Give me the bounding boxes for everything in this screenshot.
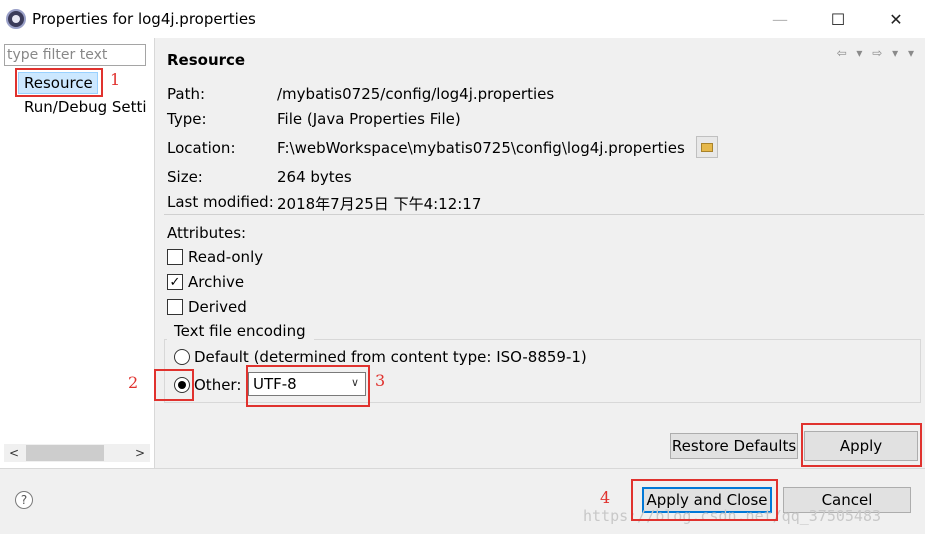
path-label: Path: [167, 85, 206, 103]
sidebar-item-run-debug[interactable]: Run/Debug Settings [24, 97, 146, 117]
help-icon[interactable]: ? [15, 491, 33, 509]
scroll-right-icon[interactable]: > [130, 446, 150, 460]
window-title: Properties for log4j.properties [32, 10, 256, 28]
derived-checkbox-row[interactable]: Derived [167, 298, 247, 316]
dialog-footer: ? Apply and Close Cancel https://blog.cs… [0, 468, 925, 534]
maximize-button[interactable]: ☐ [809, 0, 867, 38]
minimize-button[interactable]: — [751, 0, 809, 38]
attributes-label: Attributes: [167, 224, 247, 242]
modified-label: Last modified: [167, 193, 274, 211]
highlight-resource [15, 68, 103, 97]
horizontal-scrollbar[interactable]: < > [4, 444, 150, 462]
read-only-checkbox[interactable] [167, 249, 183, 265]
location-label: Location: [167, 139, 236, 157]
highlight-other-radio [154, 369, 194, 401]
page-title: Resource [167, 51, 246, 69]
scroll-thumb[interactable] [26, 445, 104, 461]
annotation-number-2: 2 [128, 373, 139, 392]
sidebar: Resource Run/Debug Settings < > [0, 38, 155, 468]
window-controls: — ☐ ✕ [751, 0, 925, 38]
default-encoding-radio-row[interactable]: Default (determined from content type: I… [174, 348, 587, 366]
filter-input[interactable] [4, 44, 146, 66]
location-value: F:\webWorkspace\mybatis0725\config\log4j… [277, 139, 685, 157]
annotation-number-1: 1 [110, 70, 121, 89]
annotation-number-4: 4 [600, 488, 611, 507]
derived-checkbox[interactable] [167, 299, 183, 315]
default-encoding-label: Default (determined from content type: I… [194, 348, 587, 366]
highlight-apply-and-close [631, 479, 778, 521]
archive-checkbox[interactable]: ✓ [167, 274, 183, 290]
read-only-checkbox-row[interactable]: Read-only [167, 248, 263, 266]
show-in-explorer-button[interactable] [696, 136, 718, 158]
path-value: /mybatis0725/config/log4j.properties [277, 85, 555, 103]
close-button[interactable]: ✕ [867, 0, 925, 38]
type-label: Type: [167, 110, 207, 128]
encoding-legend: Text file encoding [167, 322, 314, 340]
highlight-apply [801, 423, 922, 467]
type-value: File (Java Properties File) [277, 110, 461, 128]
highlight-encoding-select [246, 365, 370, 407]
title-bar: Properties for log4j.properties — ☐ ✕ [0, 0, 925, 38]
read-only-label: Read-only [188, 248, 264, 266]
archive-label: Archive [188, 273, 245, 291]
annotation-number-3: 3 [375, 371, 386, 390]
restore-defaults-button[interactable]: Restore Defaults [670, 433, 798, 459]
modified-value: 2018年7月25日 下午4:12:17 [277, 195, 482, 213]
folder-icon [701, 142, 713, 152]
size-label: Size: [167, 168, 203, 186]
derived-label: Derived [188, 298, 247, 316]
archive-checkbox-row[interactable]: ✓ Archive [167, 273, 244, 291]
divider [164, 214, 924, 215]
default-encoding-radio[interactable] [174, 349, 190, 365]
size-value: 264 bytes [277, 168, 352, 186]
history-nav-icons[interactable]: ⇦ ▾ ⇨ ▾ ▾ [837, 46, 917, 60]
other-encoding-label: Other: [194, 376, 242, 394]
scroll-left-icon[interactable]: < [4, 446, 24, 460]
eclipse-icon [6, 9, 26, 29]
